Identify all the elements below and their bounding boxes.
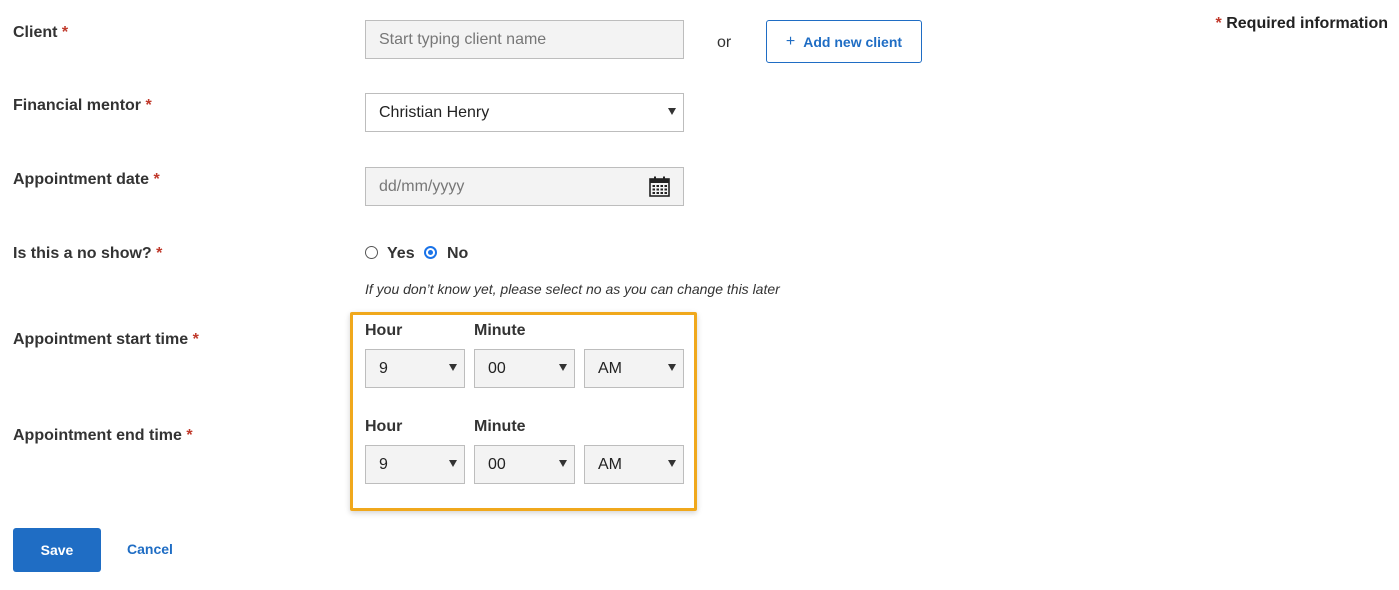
- no-show-hint: If you don’t know yet, please select no …: [365, 281, 780, 297]
- end-hour-select[interactable]: 9: [365, 445, 465, 484]
- or-text: or: [717, 34, 732, 51]
- required-star: *: [61, 24, 69, 41]
- start-minute-value: 00: [488, 359, 506, 377]
- end-period-select[interactable]: AM: [584, 445, 684, 484]
- dropdown-caret-icon: [449, 460, 457, 467]
- financial-mentor-select[interactable]: Christian Henry: [365, 93, 684, 132]
- no-show-no-label[interactable]: No: [447, 245, 468, 263]
- required-star: *: [1215, 15, 1222, 32]
- end-hour-value: 9: [379, 455, 388, 473]
- appointment-date-placeholder: dd/mm/yyyy: [379, 177, 465, 195]
- start-hour-label: Hour: [365, 322, 403, 339]
- dropdown-caret-icon: [668, 364, 676, 371]
- start-time-label: Appointment start time *: [13, 331, 199, 349]
- cancel-link[interactable]: Cancel: [127, 541, 173, 557]
- dropdown-caret-icon: [449, 364, 457, 371]
- start-minute-select[interactable]: 00: [474, 349, 575, 388]
- client-search-input[interactable]: Start typing client name: [365, 20, 684, 59]
- required-info-note: * Required information: [1216, 15, 1388, 33]
- no-show-yes-radio[interactable]: [365, 246, 378, 259]
- start-period-select[interactable]: AM: [584, 349, 684, 388]
- no-show-no-radio[interactable]: [424, 246, 437, 259]
- appointment-date-label: Appointment date *: [13, 171, 160, 189]
- client-label-text: Client: [13, 24, 58, 41]
- add-new-client-label: Add new client: [803, 33, 903, 50]
- required-star: *: [192, 331, 199, 348]
- plus-icon: +: [785, 32, 796, 50]
- start-hour-value: 9: [379, 359, 388, 377]
- required-info-text: Required information: [1226, 15, 1388, 32]
- save-button[interactable]: Save: [13, 528, 101, 572]
- required-star: *: [145, 97, 152, 114]
- end-minute-value: 00: [488, 455, 506, 473]
- required-star: *: [156, 245, 163, 262]
- no-show-label: Is this a no show? *: [13, 245, 162, 263]
- end-hour-label: Hour: [365, 418, 403, 435]
- start-time-label-text: Appointment start time: [13, 331, 189, 348]
- dropdown-caret-icon: [559, 460, 567, 467]
- financial-mentor-value: Christian Henry: [379, 103, 490, 121]
- end-time-label-text: Appointment end time: [13, 427, 182, 444]
- calendar-icon[interactable]: [649, 176, 670, 197]
- client-label: Client *: [13, 24, 68, 42]
- required-star: *: [153, 171, 160, 188]
- financial-mentor-label: Financial mentor *: [13, 97, 152, 115]
- start-period-value: AM: [598, 359, 622, 377]
- required-star: *: [186, 427, 193, 444]
- end-minute-select[interactable]: 00: [474, 445, 575, 484]
- no-show-label-text: Is this a no show?: [13, 245, 152, 262]
- dropdown-caret-icon: [559, 364, 567, 371]
- dropdown-caret-icon: [668, 108, 676, 115]
- financial-mentor-label-text: Financial mentor: [13, 97, 142, 114]
- start-hour-select[interactable]: 9: [365, 349, 465, 388]
- end-time-label: Appointment end time *: [13, 427, 193, 445]
- start-minute-label: Minute: [474, 322, 526, 339]
- end-period-value: AM: [598, 455, 622, 473]
- no-show-yes-label[interactable]: Yes: [387, 245, 415, 263]
- end-minute-label: Minute: [474, 418, 526, 435]
- add-new-client-button[interactable]: + Add new client: [766, 20, 922, 63]
- appointment-date-input[interactable]: dd/mm/yyyy: [365, 167, 684, 206]
- dropdown-caret-icon: [668, 460, 676, 467]
- appointment-date-label-text: Appointment date: [13, 171, 149, 188]
